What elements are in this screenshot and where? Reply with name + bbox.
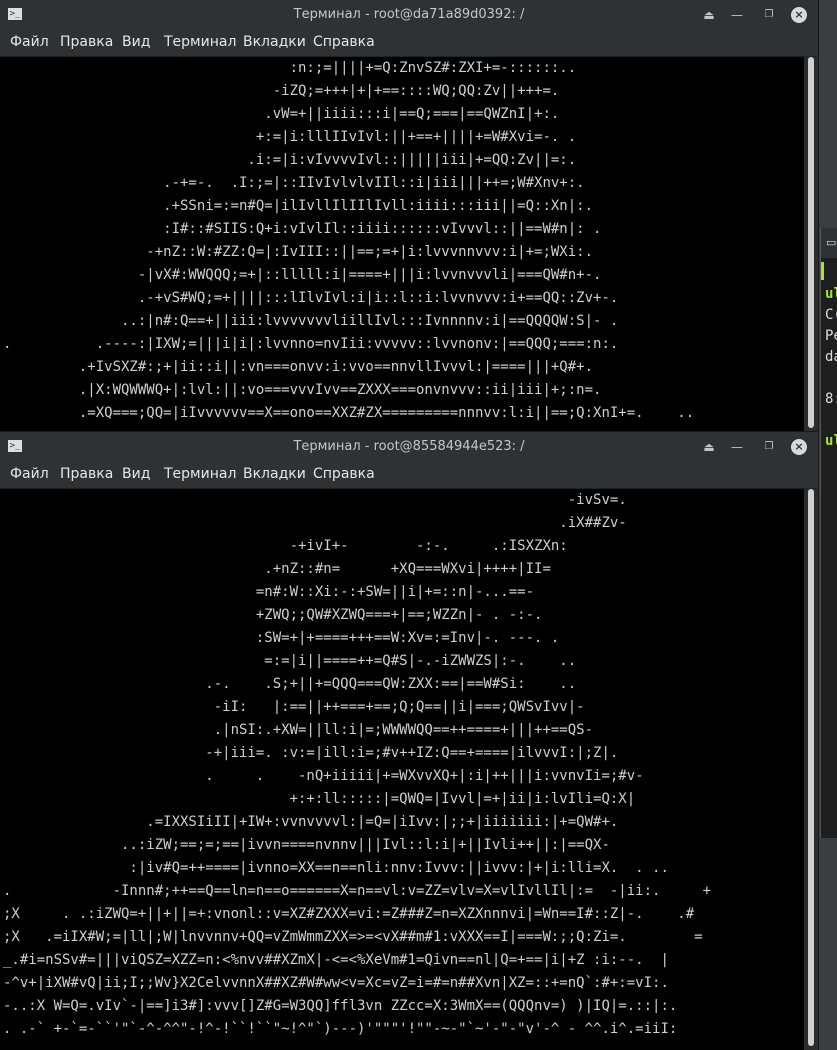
menu-edit[interactable]: Правка xyxy=(60,466,113,482)
menu-view[interactable]: Вид xyxy=(122,34,150,50)
menu-file[interactable]: Файл xyxy=(10,34,49,50)
minimize-icon[interactable]: — xyxy=(728,6,746,24)
terminal-window-top[interactable]: >_ Терминал - root@da71a89d0392: / ⏏ — ❐… xyxy=(0,0,818,432)
terminal-output[interactable]: :n:;=||||+=Q:ZnvSZ#:ZXI+=-::::::.. -iZQ;… xyxy=(0,57,804,432)
close-icon[interactable]: × xyxy=(791,439,807,455)
window-title: Терминал - root@85584944e523: / xyxy=(293,439,525,454)
scrollbar-thumb[interactable] xyxy=(808,57,814,428)
window-title: Терминал - root@da71a89d0392: / xyxy=(293,7,525,22)
scrollbar[interactable] xyxy=(804,489,818,1050)
scrollbar[interactable] xyxy=(804,57,818,432)
menu-bar: Файл Правка Вид Терминал Вкладки Справка xyxy=(0,30,818,57)
bg-line: ul xyxy=(825,433,837,449)
menu-terminal[interactable]: Терминал xyxy=(164,34,236,50)
terminal-text: :n:;=||||+=Q:ZnvSZ#:ZXI+=-::::::.. -iZQ;… xyxy=(3,60,695,421)
background-window-accent xyxy=(821,262,824,280)
maximize-icon[interactable]: ❐ xyxy=(760,6,778,24)
bg-line: da xyxy=(825,349,837,365)
title-bar[interactable]: >_ Терминал - root@85584944e523: / ⏏ — ❐… xyxy=(0,432,818,462)
bg-line: C( xyxy=(825,307,837,323)
keep-above-icon[interactable]: ⏏ xyxy=(700,438,718,456)
menu-help[interactable]: Справка xyxy=(313,34,375,50)
background-terminal-window[interactable]: ▭ ul C( Pe da 8: ul xyxy=(820,228,837,838)
minimize-icon[interactable]: — xyxy=(728,438,746,456)
menu-help[interactable]: Справка xyxy=(313,466,375,482)
bg-line: 8: xyxy=(825,391,837,407)
terminal-window-bottom[interactable]: >_ Терминал - root@85584944e523: / ⏏ — ❐… xyxy=(0,432,818,1050)
terminal-icon: ▭ xyxy=(826,236,837,249)
menu-file[interactable]: Файл xyxy=(10,466,49,482)
background-terminal-text: ul C( Pe da 8: ul xyxy=(825,284,837,452)
scrollbar-thumb[interactable] xyxy=(808,489,814,1046)
title-bar[interactable]: >_ Терминал - root@da71a89d0392: / ⏏ — ❐… xyxy=(0,0,818,30)
menu-terminal[interactable]: Терминал xyxy=(164,466,236,482)
bg-line: Pe xyxy=(825,328,837,344)
background-window-menubar: ▭ xyxy=(821,228,837,258)
bg-line: ul xyxy=(825,286,837,302)
menu-tabs[interactable]: Вкладки xyxy=(243,34,306,50)
menu-edit[interactable]: Правка xyxy=(60,34,113,50)
maximize-icon[interactable]: ❐ xyxy=(760,438,778,456)
terminal-text: -ivSv=. .iX##Zv- -+ivI+- -:-. .:ISXZXn: … xyxy=(3,492,712,1037)
menu-bar: Файл Правка Вид Терминал Вкладки Справка xyxy=(0,462,818,489)
close-icon[interactable]: × xyxy=(791,7,807,23)
keep-above-icon[interactable]: ⏏ xyxy=(700,6,718,24)
menu-view[interactable]: Вид xyxy=(122,466,150,482)
terminal-output[interactable]: -ivSv=. .iX##Zv- -+ivI+- -:-. .:ISXZXn: … xyxy=(0,489,804,1050)
menu-tabs[interactable]: Вкладки xyxy=(243,466,306,482)
